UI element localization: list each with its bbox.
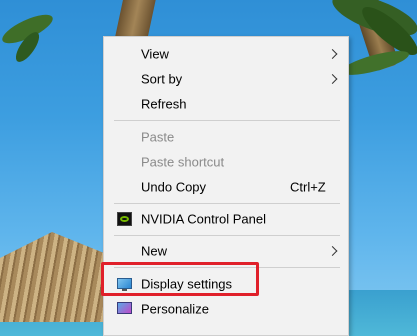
menu-item-label: Undo Copy: [141, 179, 207, 195]
menu-item-label: View: [141, 46, 169, 62]
menu-separator: [114, 235, 340, 236]
menu-item-personalize[interactable]: Personalize: [104, 297, 348, 321]
menu-item-view[interactable]: View: [104, 42, 348, 66]
menu-item-label: Refresh: [141, 96, 187, 112]
keyboard-shortcut: Ctrl+Z: [290, 179, 326, 195]
chevron-right-icon: [327, 49, 338, 59]
highlight-box: [101, 262, 259, 296]
menu-item-paste: Paste: [104, 125, 348, 149]
menu-item-paste-shortcut: Paste shortcut: [104, 150, 348, 174]
menu-item-label: New: [141, 243, 168, 259]
menu-item-label: NVIDIA Control Panel: [141, 211, 267, 227]
nvidia-icon: [117, 212, 132, 226]
menu-item-undo-copy[interactable]: Undo Copy Ctrl+Z: [104, 175, 348, 199]
menu-item-nvidia-control-panel[interactable]: NVIDIA Control Panel: [104, 207, 348, 231]
menu-item-sort-by[interactable]: Sort by: [104, 67, 348, 91]
chevron-right-icon: [327, 246, 338, 256]
menu-separator: [114, 120, 340, 121]
menu-item-label: Paste shortcut: [141, 154, 225, 170]
personalize-icon: [117, 302, 132, 314]
menu-item-label: Personalize: [141, 301, 209, 317]
menu-item-label: Paste: [141, 129, 175, 145]
menu-item-new[interactable]: New: [104, 239, 348, 263]
menu-item-refresh[interactable]: Refresh: [104, 92, 348, 116]
menu-separator: [114, 203, 340, 204]
menu-item-label: Sort by: [141, 71, 183, 87]
chevron-right-icon: [327, 74, 338, 84]
